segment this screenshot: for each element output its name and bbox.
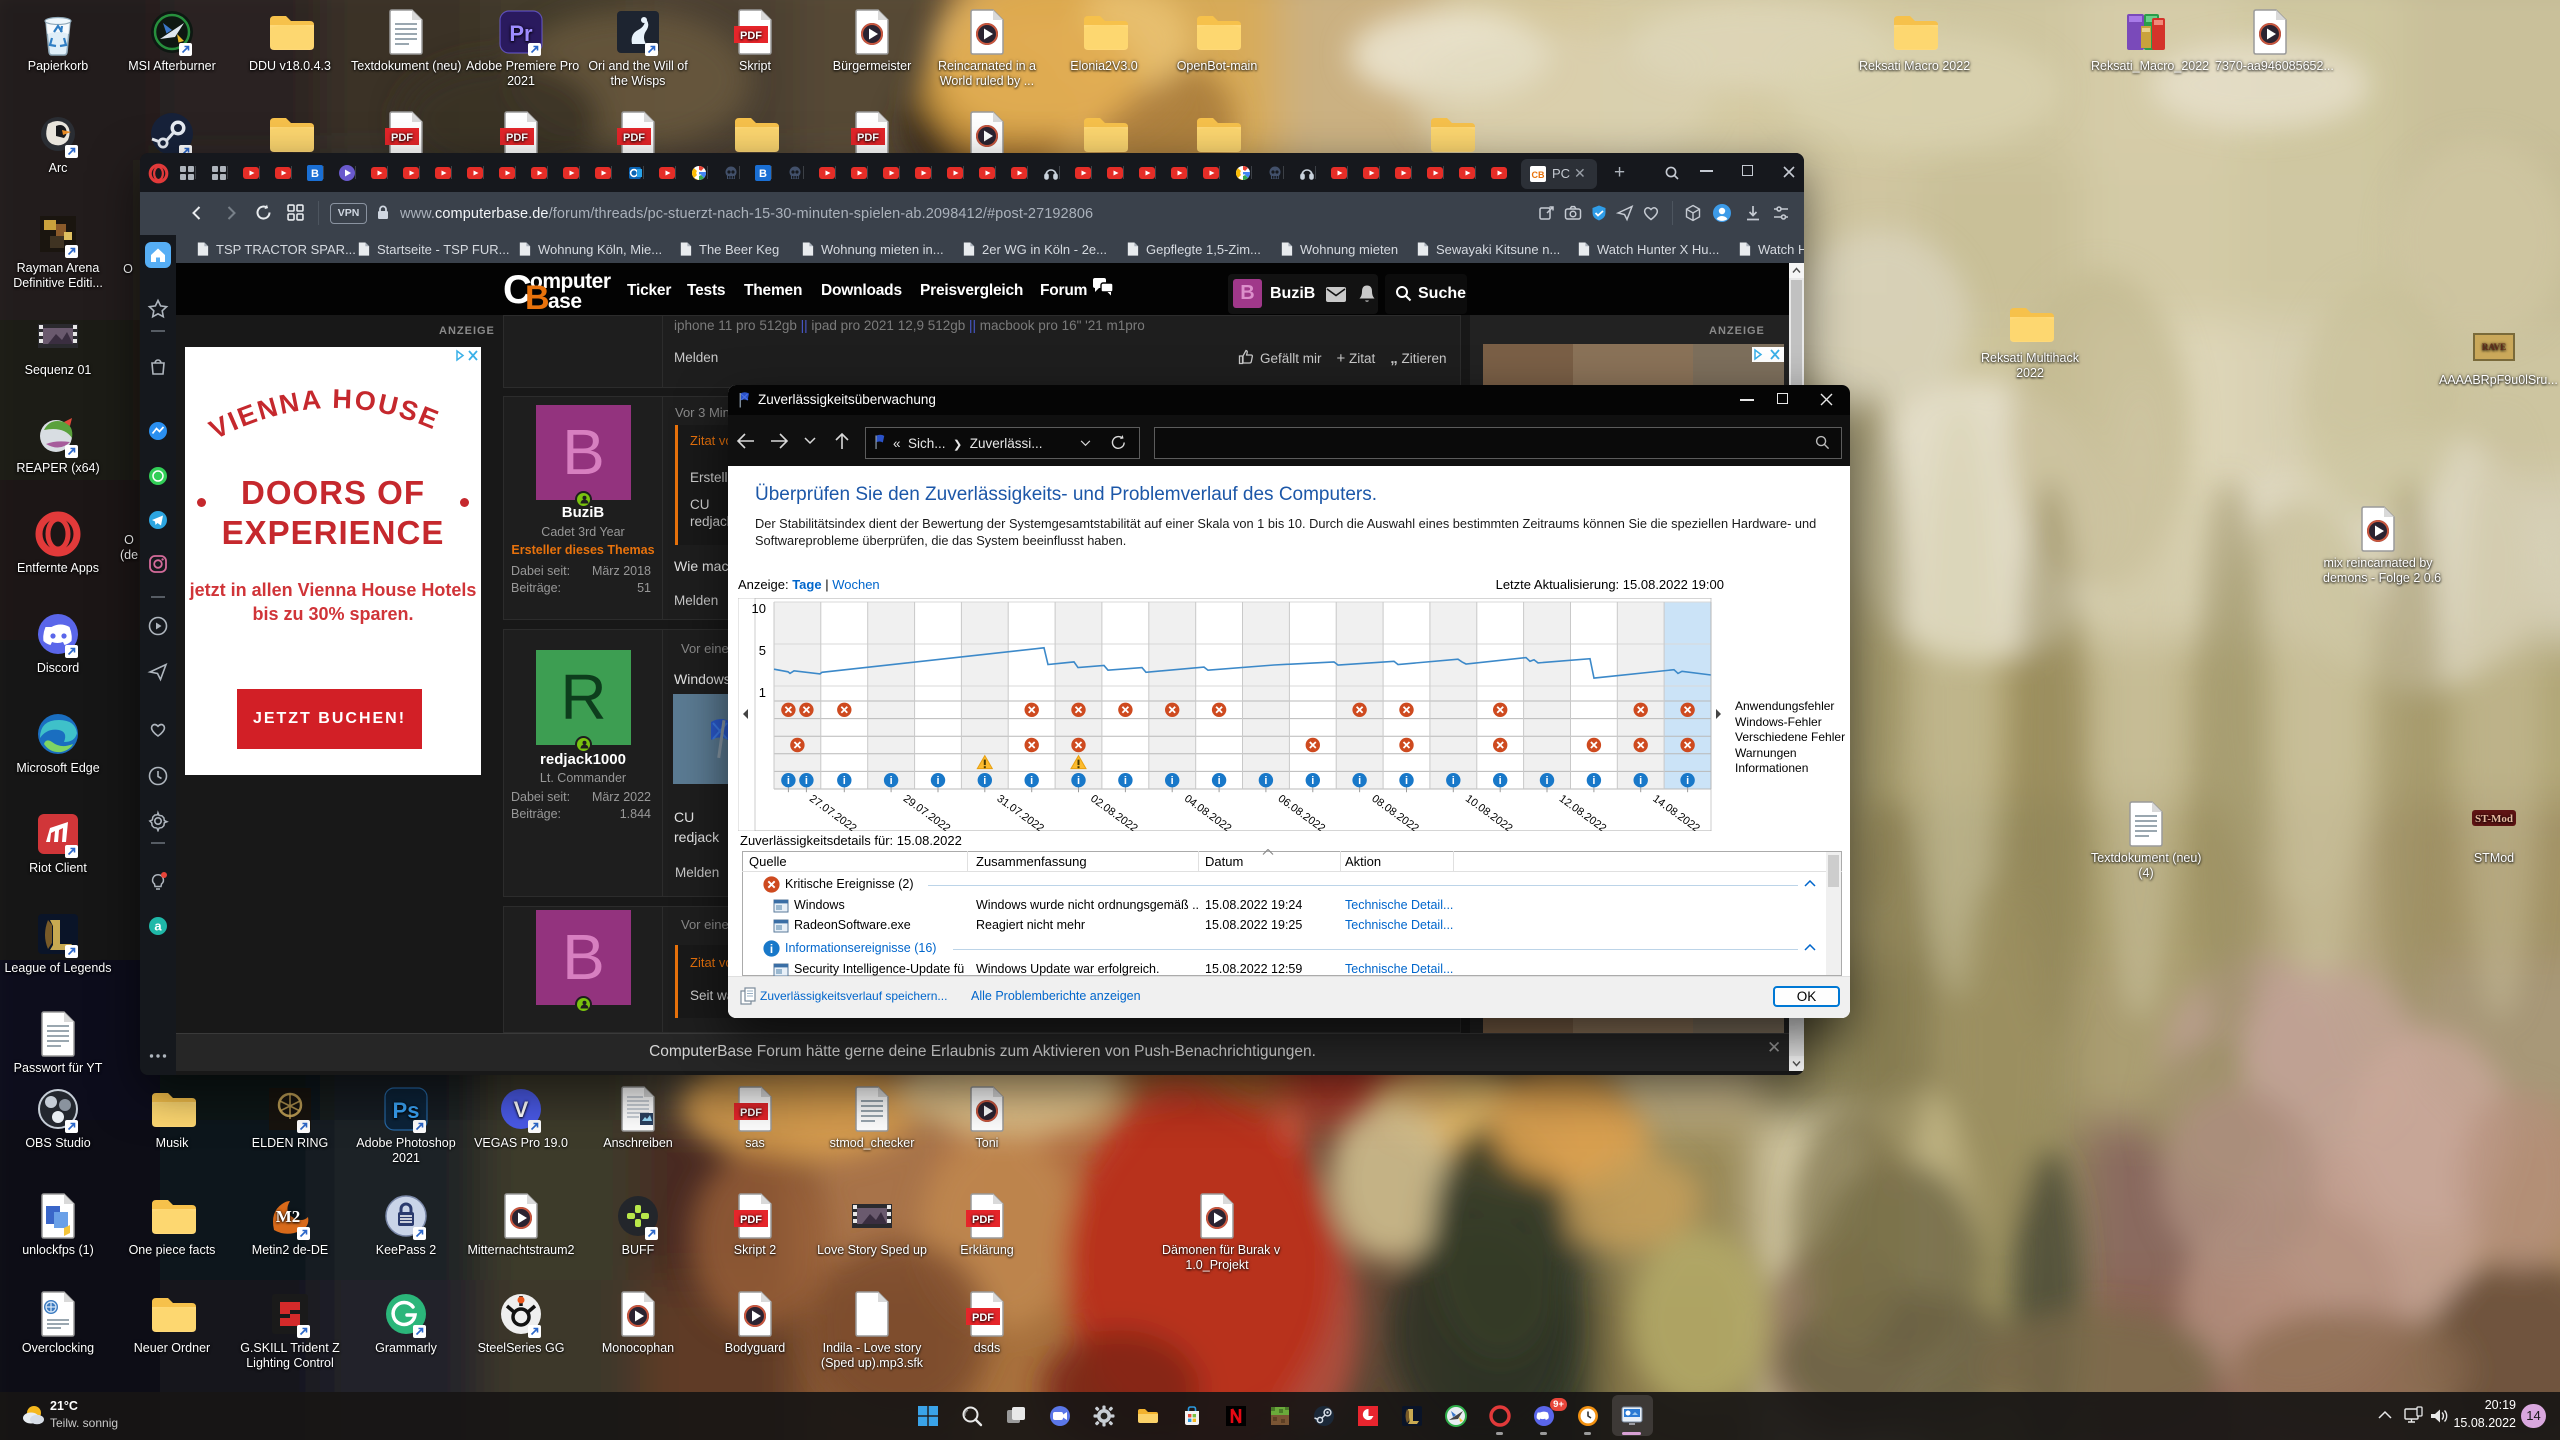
svg-text:i: i (1030, 775, 1033, 787)
svg-text:i: i (1171, 775, 1174, 787)
svg-text:i: i (1405, 775, 1408, 787)
svg-text:i: i (1218, 775, 1221, 787)
svg-text:CB: CB (1532, 170, 1545, 180)
svg-text:i: i (1311, 775, 1314, 787)
svg-text:a: a (154, 919, 162, 934)
svg-text:i: i (1499, 775, 1502, 787)
svg-text:1: 1 (759, 685, 766, 700)
svg-text:10: 10 (752, 601, 766, 616)
svg-text:i: i (1545, 775, 1548, 787)
svg-text:i: i (1358, 775, 1361, 787)
svg-text:i: i (936, 775, 939, 787)
svg-text:B: B (311, 168, 319, 180)
svg-text:i: i (983, 775, 986, 787)
svg-text:B: B (759, 168, 767, 180)
svg-text:i: i (1686, 775, 1689, 787)
svg-text:i: i (805, 775, 808, 787)
svg-text:i: i (1124, 775, 1127, 787)
svg-text:VIENNA HOUSE: VIENNA HOUSE (204, 384, 444, 445)
svg-text:i: i (1592, 775, 1595, 787)
svg-text:i: i (1077, 775, 1080, 787)
svg-text:i: i (1639, 775, 1642, 787)
svg-text:i: i (843, 775, 846, 787)
svg-text:i: i (787, 775, 790, 787)
svg-text:i: i (770, 943, 773, 956)
svg-text:5: 5 (759, 643, 766, 658)
svg-text:i: i (1264, 775, 1267, 787)
svg-text:i: i (890, 775, 893, 787)
svg-text:i: i (1452, 775, 1455, 787)
